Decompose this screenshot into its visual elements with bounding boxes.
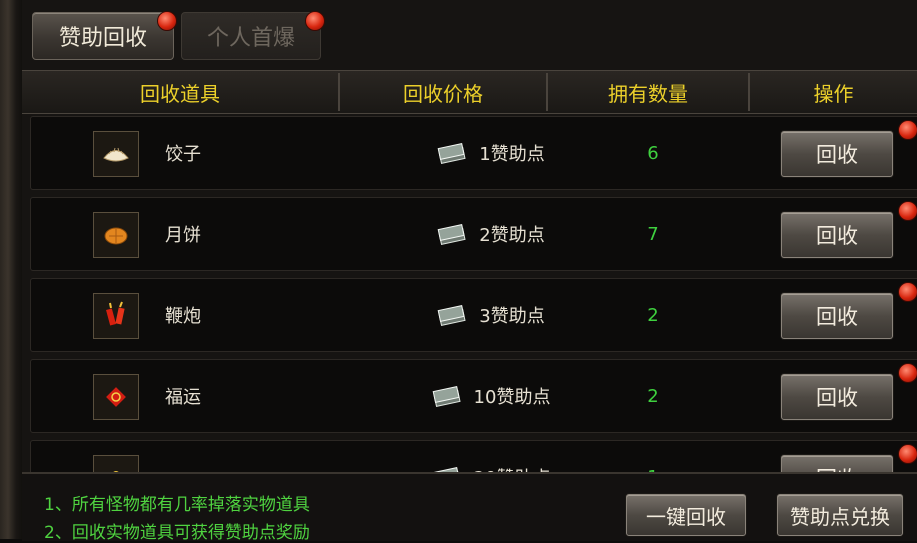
table-row: 饺子 1赞助点 6 回收	[30, 116, 917, 190]
tab-label: 赞助回收	[58, 26, 147, 51]
item-name: 饺子	[165, 144, 201, 165]
money-icon	[437, 224, 466, 245]
item-quantity: 2	[647, 304, 659, 326]
notification-dot-icon	[898, 201, 917, 221]
notification-dot-icon	[898, 444, 917, 464]
recycle-button[interactable]: 回收	[781, 131, 893, 177]
recycle-button-label: 回收	[816, 143, 858, 167]
notification-dot-icon	[157, 11, 177, 31]
column-header-action: 操作	[813, 81, 854, 106]
item-quantity: 2	[647, 385, 659, 407]
recycle-button[interactable]: 回收	[781, 212, 893, 258]
column-header-price: 回收价格	[403, 81, 483, 106]
price-label: 10赞助点	[473, 387, 551, 408]
money-icon	[437, 305, 466, 326]
notification-dot-icon	[305, 11, 325, 31]
exchange-points-button[interactable]: 赞助点兑换	[777, 494, 903, 536]
price-label: 3赞助点	[479, 306, 545, 327]
tip-line: 1、所有怪物都有几率掉落实物道具	[44, 495, 310, 515]
column-header-quantity: 拥有数量	[608, 81, 688, 106]
tab-personal-first-drop[interactable]: 个人首爆	[181, 12, 321, 60]
fortune-icon	[93, 374, 139, 420]
price-label: 2赞助点	[479, 225, 545, 246]
price-label: 1赞助点	[479, 144, 545, 165]
table-row: 鞭炮 3赞助点 2 回收	[30, 278, 917, 352]
money-icon	[432, 386, 461, 407]
notification-dot-icon	[898, 363, 917, 383]
notification-dot-icon	[898, 120, 917, 140]
recycle-all-label: 一键回收	[646, 504, 726, 529]
recycle-button[interactable]: 回收	[781, 293, 893, 339]
recycle-all-button[interactable]: 一键回收	[626, 494, 746, 536]
tip-line: 2、回收实物道具可获得赞助点奖励	[44, 523, 310, 543]
recycle-button-label: 回收	[816, 305, 858, 329]
item-name: 鞭炮	[165, 306, 201, 327]
recycle-button[interactable]: 回收	[781, 374, 893, 420]
table-row: 月饼 2赞助点 7 回收	[30, 197, 917, 271]
mooncake-icon	[93, 212, 139, 258]
table-row: 福运 10赞助点 2 回收	[30, 359, 917, 433]
table-header: 回收道具 回收价格 拥有数量 操作	[22, 70, 917, 114]
item-quantity: 7	[647, 223, 659, 245]
firecracker-icon	[93, 293, 139, 339]
item-name: 福运	[165, 387, 201, 408]
exchange-label: 赞助点兑换	[790, 504, 890, 529]
money-icon	[437, 143, 466, 164]
tab-label: 个人首爆	[206, 26, 295, 51]
item-quantity: 6	[647, 142, 659, 164]
notification-dot-icon	[898, 282, 917, 302]
recycle-button-label: 回收	[816, 386, 858, 410]
recycle-button-label: 回收	[816, 224, 858, 248]
column-header-item: 回收道具	[140, 81, 220, 106]
bottom-bar: 1、所有怪物都有几率掉落实物道具 2、回收实物道具可获得赞助点奖励 一键回收 赞…	[22, 472, 917, 543]
tab-sponsor-recycle[interactable]: 赞助回收	[32, 12, 174, 60]
dumpling-icon	[93, 131, 139, 177]
item-name: 月饼	[165, 225, 201, 246]
